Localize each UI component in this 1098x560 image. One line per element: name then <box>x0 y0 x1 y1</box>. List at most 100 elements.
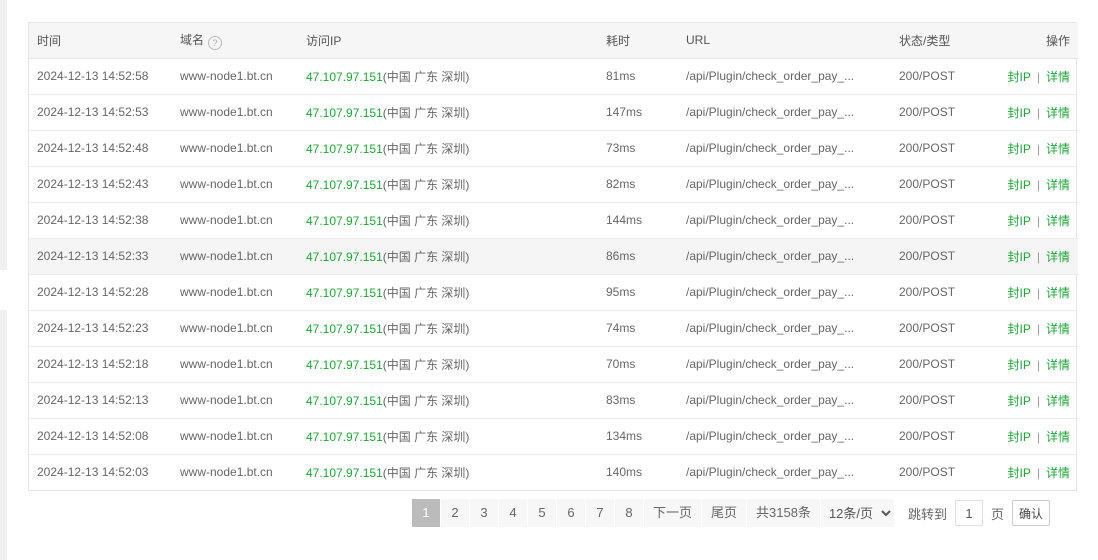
table-row: 2024-12-13 14:52:03 www-node1.bt.cn 47.107… <box>29 454 1078 490</box>
cell-time: 2024-12-13 14:52:48 <box>37 141 149 155</box>
block-ip-link[interactable]: 封IP <box>1008 430 1031 444</box>
page-number-button[interactable]: 4 <box>499 499 528 527</box>
detail-link[interactable]: 详情 <box>1046 178 1070 192</box>
cell-cost: 140ms <box>606 465 643 480</box>
left-panel-edge <box>0 310 7 560</box>
cell-url: /api/Plugin/check_order_pay_... <box>686 105 855 119</box>
cell-ops: 封IP | 详情 <box>987 94 1078 130</box>
cell-ops: 封IP | 详情 <box>987 418 1078 454</box>
cell-status: 200/POST <box>899 105 956 119</box>
col-header-ops: 操作 <box>987 23 1078 59</box>
cell-ip: 47.107.97.151(中国 广东 深圳) <box>298 130 598 166</box>
block-ip-link[interactable]: 封IP <box>1008 214 1031 228</box>
block-ip-link[interactable]: 封IP <box>1008 322 1031 336</box>
help-icon[interactable]: ? <box>208 35 223 50</box>
block-ip-link[interactable]: 封IP <box>1008 142 1031 156</box>
page-number-button[interactable]: 3 <box>470 499 499 527</box>
block-ip-link[interactable]: 封IP <box>1008 466 1031 480</box>
ip-address: 47.107.97.151 <box>306 285 383 300</box>
ip-address: 47.107.97.151 <box>306 105 383 120</box>
cell-time: 2024-12-13 14:52:18 <box>37 357 149 371</box>
page-number-button[interactable]: 6 <box>557 499 586 527</box>
total-count: 共3158条 <box>747 499 820 527</box>
block-ip-link[interactable]: 封IP <box>1008 394 1031 408</box>
ip-location: (中国 广东 深圳) <box>382 357 470 372</box>
cell-ops: 封IP | 详情 <box>987 58 1078 94</box>
cell-domain: www-node1.bt.cn <box>180 69 273 83</box>
page-number-button[interactable]: 7 <box>586 499 615 527</box>
cell-ops: 封IP | 详情 <box>987 274 1078 310</box>
cell-url: /api/Plugin/check_order_pay_... <box>686 141 855 155</box>
cell-status: 200/POST <box>899 249 956 263</box>
detail-link[interactable]: 详情 <box>1046 142 1070 156</box>
page-numbers: 12345678 <box>412 499 644 527</box>
cell-status: 200/POST <box>899 141 956 155</box>
block-ip-link[interactable]: 封IP <box>1008 106 1031 120</box>
cell-cost: 147ms <box>606 105 643 119</box>
confirm-jump-button[interactable]: 确认 <box>1011 500 1050 526</box>
cell-url: /api/Plugin/check_order_pay_... <box>686 69 855 83</box>
cell-time: 2024-12-13 14:52:03 <box>37 465 149 480</box>
cell-status: 200/POST <box>899 285 956 299</box>
detail-link[interactable]: 详情 <box>1046 394 1070 408</box>
last-page-button[interactable]: 尾页 <box>702 499 748 527</box>
block-ip-link[interactable]: 封IP <box>1008 286 1031 300</box>
detail-link[interactable]: 详情 <box>1046 430 1070 444</box>
block-ip-link[interactable]: 封IP <box>1008 250 1031 264</box>
cell-cost: 95ms <box>606 285 636 299</box>
detail-link[interactable]: 详情 <box>1046 322 1070 336</box>
ip-location: (中国 广东 深圳) <box>382 213 470 228</box>
ip-location: (中国 广东 深圳) <box>382 465 470 480</box>
ops-separator: | <box>1036 285 1040 300</box>
ops-separator: | <box>1036 357 1040 372</box>
table-row: 2024-12-13 14:52:08 www-node1.bt.cn 47.107… <box>29 418 1078 454</box>
page-number-button[interactable]: 8 <box>615 499 644 527</box>
cell-status: 200/POST <box>899 393 956 407</box>
next-page-button[interactable]: 下一页 <box>644 499 703 527</box>
page-size-select[interactable]: 12条/页 <box>820 499 894 527</box>
table-row: 2024-12-13 14:52:33 www-node1.bt.cn 47.107… <box>29 238 1078 274</box>
ops-separator: | <box>1036 105 1040 120</box>
table-row: 2024-12-13 14:52:38 www-node1.bt.cn 47.107… <box>29 202 1078 238</box>
cell-ip: 47.107.97.151(中国 广东 深圳) <box>298 58 598 94</box>
cell-domain: www-node1.bt.cn <box>180 285 273 299</box>
cell-domain: www-node1.bt.cn <box>180 177 273 191</box>
jump-page-input[interactable] <box>954 500 983 526</box>
detail-link[interactable]: 详情 <box>1046 250 1070 264</box>
block-ip-link[interactable]: 封IP <box>1008 178 1031 192</box>
ip-address: 47.107.97.151 <box>306 213 383 228</box>
cell-ip: 47.107.97.151(中国 广东 深圳) <box>298 310 598 346</box>
cell-url: /api/Plugin/check_order_pay_... <box>686 429 855 443</box>
detail-link[interactable]: 详情 <box>1046 466 1070 480</box>
table-row: 2024-12-13 14:52:23 www-node1.bt.cn 47.107… <box>29 310 1078 346</box>
detail-link[interactable]: 详情 <box>1046 286 1070 300</box>
cell-url: /api/Plugin/check_order_pay_... <box>686 177 855 191</box>
block-ip-link[interactable]: 封IP <box>1008 358 1031 372</box>
access-log-table: 时间 域名? 访问IP 耗时 URL 状态/类型 操作 2024-12-13 1… <box>29 23 1078 490</box>
cell-ip: 47.107.97.151(中国 广东 深圳) <box>298 346 598 382</box>
cell-time: 2024-12-13 14:52:13 <box>37 393 149 407</box>
block-ip-link[interactable]: 封IP <box>1008 70 1031 84</box>
cell-time: 2024-12-13 14:52:28 <box>37 285 149 299</box>
detail-link[interactable]: 详情 <box>1046 70 1070 84</box>
ops-separator: | <box>1036 321 1040 336</box>
table-row: 2024-12-13 14:52:18 www-node1.bt.cn 47.107… <box>29 346 1078 382</box>
cell-cost: 83ms <box>606 393 636 407</box>
cell-ip: 47.107.97.151(中国 广东 深圳) <box>298 202 598 238</box>
detail-link[interactable]: 详情 <box>1046 358 1070 372</box>
cell-ops: 封IP | 详情 <box>987 454 1078 490</box>
page-number-button[interactable]: 1 <box>412 499 441 527</box>
detail-link[interactable]: 详情 <box>1046 106 1070 120</box>
cell-cost: 82ms <box>606 177 636 191</box>
cell-status: 200/POST <box>899 465 956 480</box>
cell-url: /api/Plugin/check_order_pay_... <box>686 357 855 371</box>
cell-ops: 封IP | 详情 <box>987 166 1078 202</box>
ops-separator: | <box>1036 213 1040 228</box>
detail-link[interactable]: 详情 <box>1046 214 1070 228</box>
cell-url: /api/Plugin/check_order_pay_... <box>686 213 855 227</box>
cell-time: 2024-12-13 14:52:23 <box>37 321 149 335</box>
ip-location: (中国 广东 深圳) <box>382 249 470 264</box>
page-number-button[interactable]: 5 <box>528 499 557 527</box>
page-number-button[interactable]: 2 <box>441 499 470 527</box>
cell-cost: 73ms <box>606 141 636 155</box>
